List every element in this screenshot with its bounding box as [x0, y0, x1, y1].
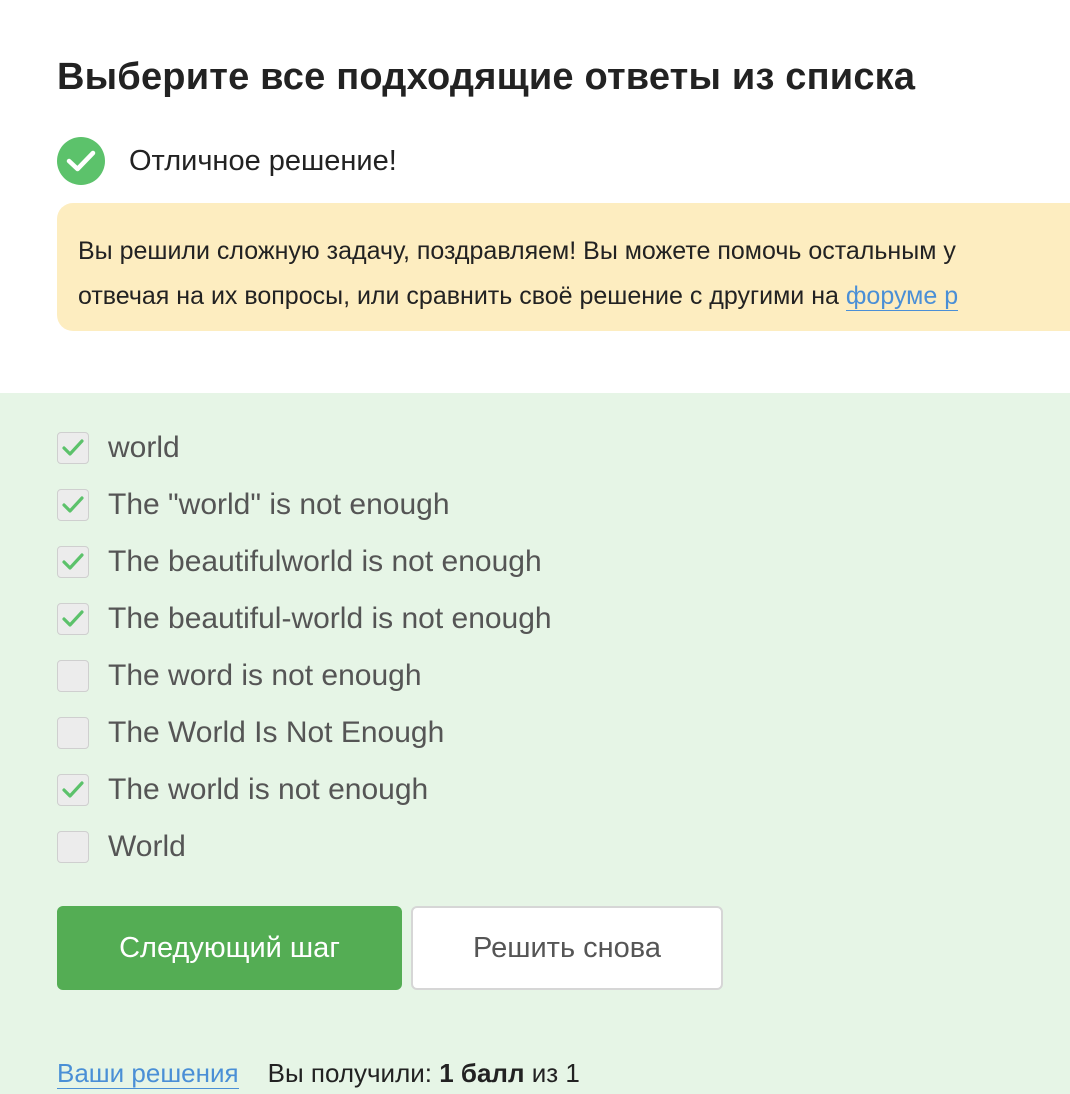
- option-label: World: [108, 830, 186, 863]
- option-checkbox[interactable]: [57, 546, 89, 578]
- option-label: The world is not enough: [108, 773, 429, 806]
- notice-line-2-text: отвечая на их вопросы, или сравнить своё…: [78, 282, 846, 310]
- task-header: Выберите все подходящие ответы из списка…: [0, 0, 1070, 393]
- status-row: Отличное решение!: [57, 137, 397, 185]
- score-value: 1 балл: [439, 1057, 525, 1088]
- option-label: The World Is Not Enough: [108, 716, 445, 749]
- option-item[interactable]: World: [57, 829, 186, 865]
- option-checkbox[interactable]: [57, 717, 89, 749]
- option-item[interactable]: The world is not enough: [57, 772, 428, 808]
- notice-line-2: отвечая на их вопросы, или сравнить своё…: [78, 274, 1070, 319]
- option-item[interactable]: The World Is Not Enough: [57, 715, 444, 751]
- option-item[interactable]: The "world" is not enough: [57, 487, 450, 523]
- next-step-button[interactable]: Следующий шаг: [57, 906, 402, 990]
- checkmark-icon: [62, 781, 84, 798]
- notice-line-1: Вы решили сложную задачу, поздравляем! В…: [78, 237, 956, 265]
- checkmark-icon: [62, 439, 84, 456]
- check-circle-icon: [57, 137, 105, 185]
- option-label: world: [108, 431, 180, 464]
- option-checkbox[interactable]: [57, 603, 89, 635]
- checkmark-icon: [62, 610, 84, 627]
- status-text: Отличное решение!: [129, 144, 397, 177]
- option-checkbox[interactable]: [57, 432, 89, 464]
- option-checkbox[interactable]: [57, 774, 89, 806]
- congratulations-notice: Вы решили сложную задачу, поздравляем! В…: [57, 203, 1070, 331]
- option-checkbox[interactable]: [57, 660, 89, 692]
- option-label: The word is not enough: [108, 659, 422, 692]
- option-label: The beautiful-world is not enough: [108, 602, 552, 635]
- score-suffix: из 1: [524, 1057, 580, 1088]
- option-label: The beautifulworld is not enough: [108, 545, 542, 578]
- solve-again-button[interactable]: Решить снова: [411, 906, 723, 990]
- checkmark-icon: [62, 553, 84, 570]
- page-title: Выберите все подходящие ответы из списка: [57, 56, 916, 98]
- option-item[interactable]: world: [57, 430, 180, 466]
- option-checkbox[interactable]: [57, 489, 89, 521]
- option-item[interactable]: The word is not enough: [57, 658, 422, 694]
- option-checkbox[interactable]: [57, 831, 89, 863]
- option-item[interactable]: The beautifulworld is not enough: [57, 544, 542, 580]
- footer: Ваши решения Вы получили: 1 балл из 1: [57, 1055, 580, 1091]
- score-prefix: Вы получили:: [267, 1057, 440, 1088]
- checkmark-icon: [62, 496, 84, 513]
- option-label: The "world" is not enough: [108, 488, 450, 521]
- forum-link[interactable]: форуме р: [845, 282, 959, 311]
- score-text: Вы получили: 1 балл из 1: [268, 1058, 580, 1089]
- option-item[interactable]: The beautiful-world is not enough: [57, 601, 552, 637]
- your-solutions-link[interactable]: Ваши решения: [57, 1058, 239, 1089]
